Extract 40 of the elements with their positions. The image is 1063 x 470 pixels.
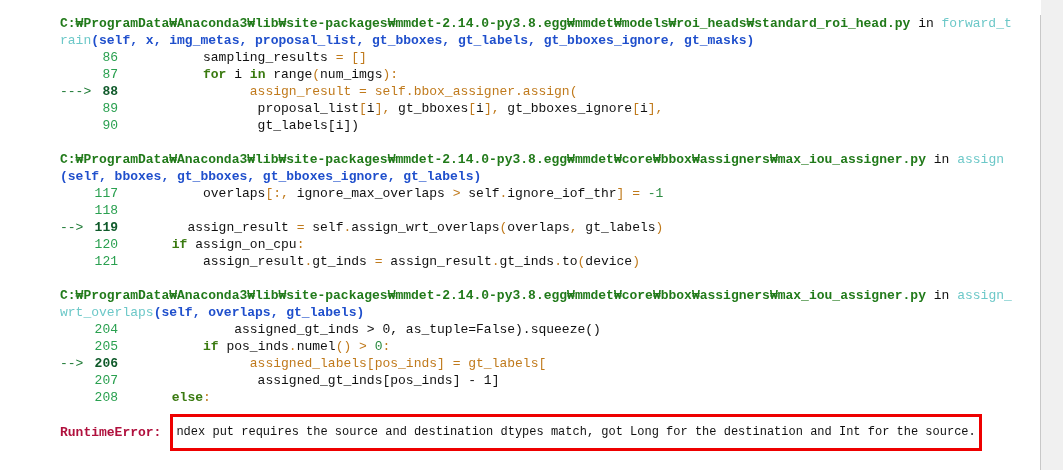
line-number: 89 bbox=[102, 100, 118, 117]
code-line: gt_labels[i]) bbox=[256, 117, 360, 134]
line-number: 120 bbox=[94, 236, 118, 253]
file-path-line: C:₩ProgramData₩Anaconda3₩lib₩site-packages₩mmdet-2.14.0-py3.8.egg₩mmdet₩models₩roi_heads₩standard_roi_head.py in forward_t bbox=[60, 15, 1013, 32]
code-line: assign_result = self.assign_wrt_overlaps(overlaps, gt_labels) bbox=[186, 219, 664, 236]
error-message: ndex put requires the source and destination dtypes match, got Long for the destination and Int for the source. bbox=[170, 414, 982, 451]
line-number: 207 bbox=[94, 372, 118, 389]
error-type: RuntimeError: bbox=[60, 424, 162, 441]
line-number: 208 bbox=[94, 389, 118, 406]
code-line: assigned_gt_inds[pos_inds] - 1] bbox=[256, 372, 500, 389]
code-line: if pos_inds.numel() > 0: bbox=[202, 338, 391, 355]
function-signature: (self, bboxes, gt_bboxes, gt_bboxes_ignore, gt_labels) bbox=[60, 168, 483, 185]
function-signature: rain(self, x, img_metas, proposal_list, gt_bboxes, gt_labels, gt_bboxes_ignore, gt_masks) bbox=[60, 32, 756, 49]
line-number: 118 bbox=[94, 202, 118, 219]
code-line: sampling_results = [] bbox=[202, 49, 367, 66]
line-number: 204 bbox=[94, 321, 118, 338]
code-line: assign_result = self.bbox_assigner.assign( bbox=[248, 83, 578, 100]
code-line: assigned_gt_inds > 0, as_tuple=False).squeeze() bbox=[233, 321, 601, 338]
arrow-marker: --> bbox=[60, 219, 84, 236]
line-number: 205 bbox=[94, 338, 118, 355]
arrow-marker: ---> bbox=[60, 83, 92, 100]
line-number: 88 bbox=[102, 83, 118, 100]
line-number: 206 bbox=[94, 355, 118, 372]
line-number: 86 bbox=[102, 49, 118, 66]
line-number: 121 bbox=[94, 253, 118, 270]
code-line: if assign_on_cpu: bbox=[170, 236, 305, 253]
code-line: proposal_list[i], gt_bboxes[i], gt_bboxes_ignore[i], bbox=[256, 100, 664, 117]
code-line: else: bbox=[170, 389, 211, 406]
line-number: 117 bbox=[94, 185, 118, 202]
line-number: 119 bbox=[94, 219, 118, 236]
code-line: assign_result.gt_inds = assign_result.gt_inds.to(device) bbox=[202, 253, 640, 270]
file-path-line: C:₩ProgramData₩Anaconda3₩lib₩site-packages₩mmdet-2.14.0-py3.8.egg₩mmdet₩core₩bbox₩assigners₩max_iou_assigner.py in assign_ bbox=[60, 287, 1013, 304]
arrow-marker: --> bbox=[60, 355, 84, 372]
line-number: 90 bbox=[102, 117, 118, 134]
line-number: 87 bbox=[102, 66, 118, 83]
file-path-line: C:₩ProgramData₩Anaconda3₩lib₩site-packages₩mmdet-2.14.0-py3.8.egg₩mmdet₩core₩bbox₩assigners₩max_iou_assigner.py in assign bbox=[60, 151, 1005, 168]
code-line: overlaps[:, ignore_max_overlaps > self.ignore_iof_thr] = -1 bbox=[202, 185, 664, 202]
code-line: for i in range(num_imgs): bbox=[202, 66, 399, 83]
function-signature: wrt_overlaps(self, overlaps, gt_labels) bbox=[60, 304, 366, 321]
code-line: assigned_labels[pos_inds] = gt_labels[ bbox=[248, 355, 547, 372]
